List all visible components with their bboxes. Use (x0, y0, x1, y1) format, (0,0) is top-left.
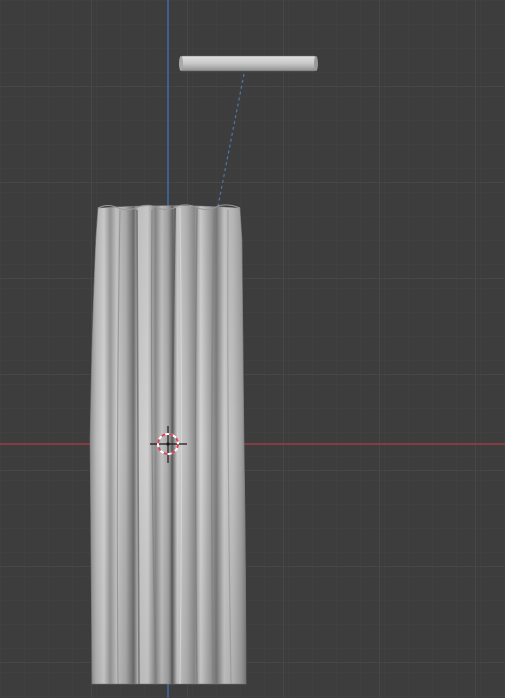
curtain-rod[interactable] (179, 55, 318, 72)
major-grid (0, 0, 505, 698)
viewport-canvas[interactable] (0, 0, 505, 698)
3d-viewport[interactable] (0, 0, 505, 698)
